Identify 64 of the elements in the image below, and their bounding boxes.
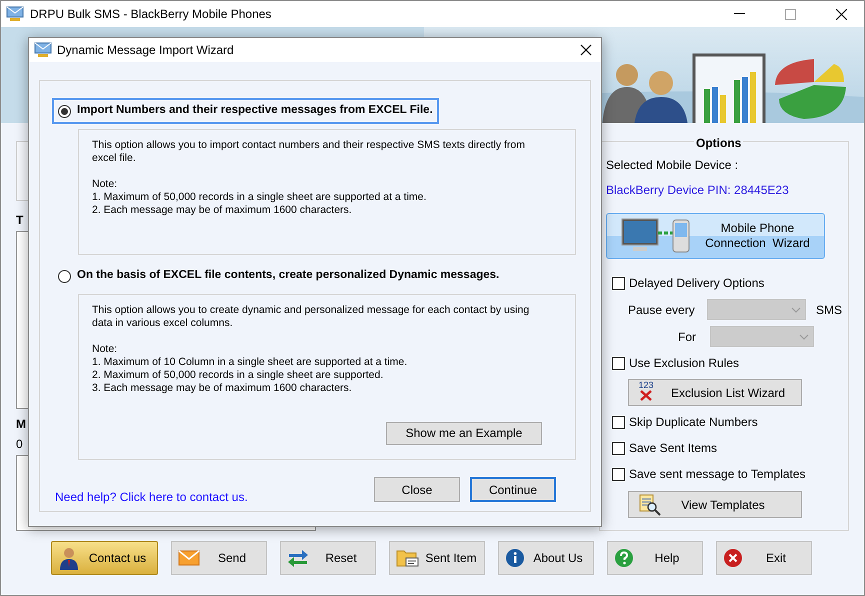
computer-phone-icon	[621, 217, 691, 255]
dialog-button[interactable]: Continue	[470, 477, 556, 502]
button-label: Connection Wizard	[705, 236, 810, 251]
note-text: 1. Maximum of 50,000 records in a single sheet are supported at a time.	[92, 191, 428, 204]
pause-label: Pause every	[628, 302, 696, 318]
app-icon	[6, 6, 24, 22]
toolbar-button[interactable]: Sent Item	[389, 541, 485, 575]
cross-icon	[640, 390, 652, 401]
dialog-title: Dynamic Message Import Wizard	[57, 42, 234, 59]
help-icon	[614, 548, 634, 568]
example-button[interactable]: Show me an Example	[386, 422, 542, 445]
recipients-label: T	[16, 212, 24, 229]
checkbox[interactable]	[612, 356, 625, 370]
note-text: 2. Maximum of 50,000 records in a single sheet are supported.	[92, 369, 384, 382]
import-option[interactable]: On the basis of EXCEL file contents, create personalized Dynamic messages.	[52, 263, 506, 289]
folder-icon	[396, 548, 420, 568]
description-text: This option allows you to create dynamic and personalized message for each contact by using data in various excel columns.	[92, 304, 530, 330]
checkbox-label: Save sent message to Templates	[629, 466, 806, 483]
toolbar-button[interactable]: Reset	[280, 541, 376, 575]
checkbox[interactable]	[612, 416, 625, 428]
exclusion-list-wizard-button[interactable]: 123 Exclusion List Wizard	[628, 379, 802, 406]
view-templates-button[interactable]: View Templates	[628, 491, 802, 518]
toolbar-button[interactable]: Exit	[716, 541, 812, 575]
checkbox[interactable]	[612, 468, 625, 480]
help-link[interactable]: Need help? Click here to contact us.	[55, 488, 248, 506]
device-label: Selected Mobile Device :	[606, 157, 740, 174]
dialog-button[interactable]: Close	[374, 477, 460, 502]
checkbox[interactable]	[612, 276, 625, 290]
note-text: 2. Each message may be of maximum 1600 characters.	[92, 204, 353, 217]
checkbox-label: Use Exclusion Rules	[629, 355, 740, 372]
note-text: 3. Each message may be of maximum 1600 characters.	[92, 382, 353, 395]
toolbar-button[interactable]: Contact us	[51, 541, 158, 575]
toolbar-button[interactable]: Send	[171, 541, 267, 575]
description-text: This option allows you to import contact numbers and their respective SMS texts directly from excel file.	[92, 139, 526, 165]
radio-button[interactable]	[58, 270, 71, 282]
character-count: 0	[16, 436, 23, 453]
app-icon	[34, 42, 52, 58]
connection-wizard-button[interactable]: Mobile Phone Connection Wizard	[606, 213, 825, 259]
device-pin: BlackBerry Device PIN: 28445E23	[606, 182, 790, 199]
window-title: DRPU Bulk SMS - BlackBerry Mobile Phones	[30, 6, 272, 23]
toolbar-button[interactable]: Help	[607, 541, 703, 575]
checkbox-label: Skip Duplicate Numbers	[629, 414, 758, 431]
chevron-down-icon	[799, 334, 809, 340]
checkbox-label: Save Sent Items	[629, 440, 718, 457]
unit-label: SMS	[816, 302, 842, 318]
number-label: 123	[638, 381, 654, 390]
note-heading: Note:	[92, 178, 118, 191]
checkbox[interactable]	[612, 442, 625, 454]
chevron-down-icon	[790, 306, 801, 312]
button-label: Mobile Phone	[720, 221, 794, 236]
note-heading: Note:	[92, 343, 118, 356]
document-search-icon	[639, 494, 661, 516]
radio-button[interactable]	[58, 104, 71, 118]
swap-arrows-icon	[287, 548, 309, 568]
person-icon	[58, 546, 80, 570]
toolbar-button[interactable]: About Us	[498, 541, 594, 575]
import-option[interactable]: Import Numbers and their respective messages from EXCEL File.	[52, 98, 439, 124]
message-label: M	[16, 416, 26, 433]
info-icon	[505, 548, 525, 568]
envelope-icon	[178, 550, 200, 566]
checkbox-label: Delayed Delivery Options	[629, 275, 764, 292]
close-icon	[723, 548, 743, 568]
note-text: 1. Maximum of 10 Column in a single sheet are supported at a time.	[92, 356, 408, 369]
duration-label: For	[677, 328, 697, 346]
